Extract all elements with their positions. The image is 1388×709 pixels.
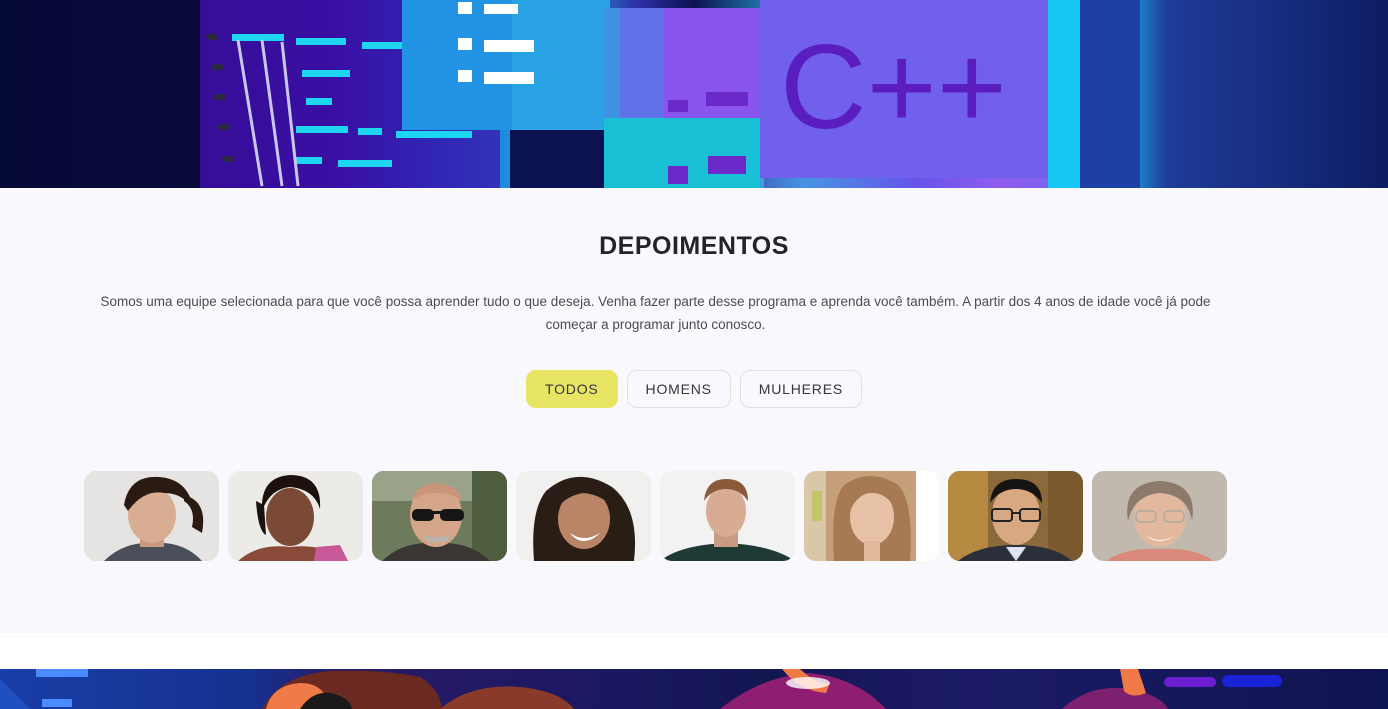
programming-illustration: C++ [0, 0, 1140, 188]
filter-women-button[interactable]: MULHERES [739, 370, 862, 408]
avatar-man-young[interactable] [660, 471, 795, 561]
avatar-gallery [84, 471, 1227, 561]
section-divider [0, 633, 1388, 669]
avatar-man-dark-hair[interactable] [84, 471, 219, 561]
avatar-woman-older-glasses[interactable] [1092, 471, 1227, 561]
avatar-woman-dark-skin[interactable] [228, 471, 363, 561]
filter-all-button[interactable]: TODOS [526, 370, 618, 408]
section-description: Somos uma equipe selecionada para que vo… [100, 294, 1211, 332]
bottom-illustration [0, 669, 1282, 709]
filter-men-button[interactable]: HOMENS [626, 370, 731, 408]
avatar-man-sunglasses[interactable] [372, 471, 507, 561]
section-title: DEPOIMENTOS [599, 232, 789, 260]
cpp-label: C++ [780, 20, 1007, 154]
testimonials-section: DEPOIMENTOS Somos uma equipe selecionada… [0, 188, 1388, 633]
filter-bar: TODOS HOMENS MULHERES [0, 370, 1388, 408]
hero-banner: C++ [0, 0, 1388, 188]
avatar-man-glasses[interactable] [948, 471, 1083, 561]
avatar-woman-smiling[interactable] [516, 471, 651, 561]
avatar-woman-long-hair[interactable] [804, 471, 939, 561]
bottom-banner [0, 669, 1388, 709]
